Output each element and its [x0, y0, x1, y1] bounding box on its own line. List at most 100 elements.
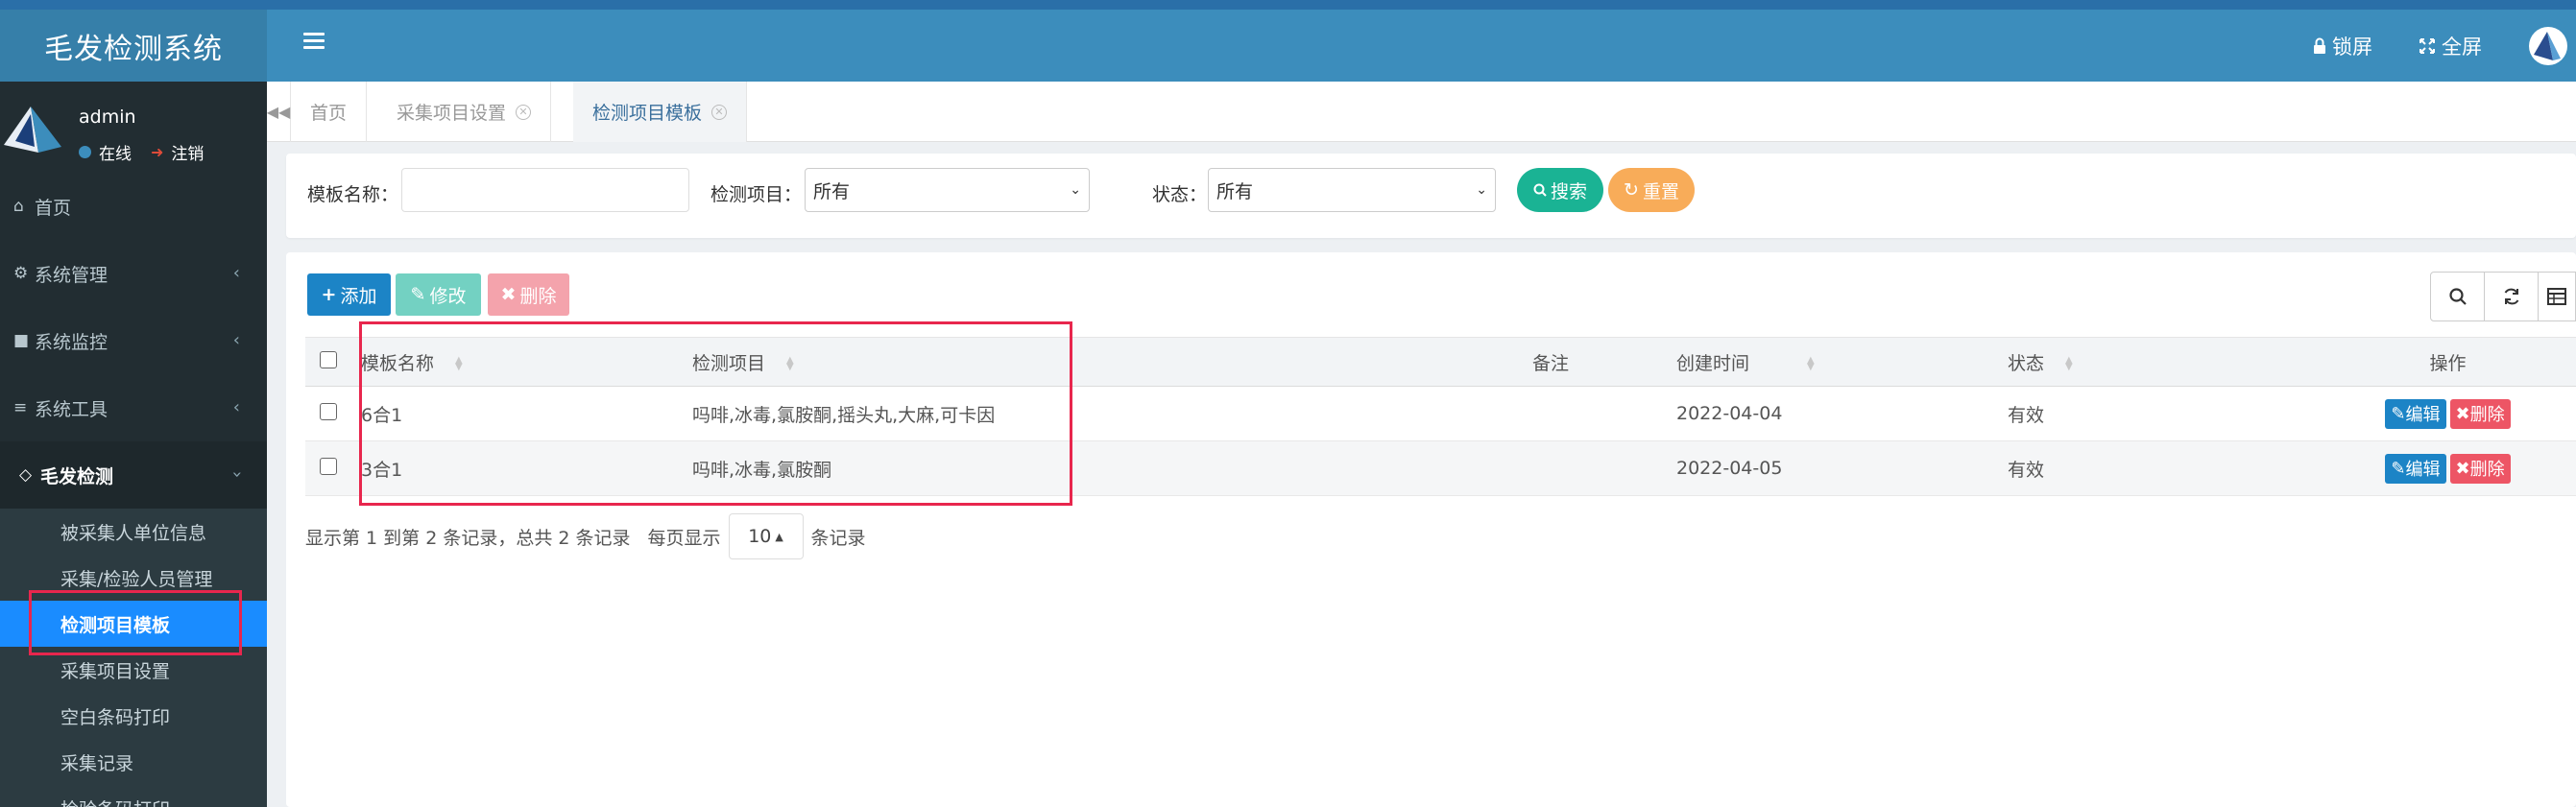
sidebar-item-system-management[interactable]: ⚙ 系统管理 ‹	[0, 240, 267, 307]
col-status[interactable]: 状态 ▲ ▼	[1998, 337, 2315, 387]
app-title: 毛发检测系统	[0, 10, 267, 82]
row-delete-button[interactable]: ✖ 删除	[2449, 453, 2511, 484]
row-delete-label: 删除	[2469, 460, 2505, 480]
add-button[interactable]: + 添加	[307, 273, 391, 316]
row-edit-label: 编辑	[2405, 405, 2441, 425]
tab-test-template[interactable]: 检测项目模板 ✕	[573, 82, 748, 142]
close-icon[interactable]: ✕	[711, 104, 728, 120]
sort-icon: ▲ ▼	[455, 355, 463, 372]
sidebar-item-system-monitor[interactable]: ■ 系统监控 ‹	[0, 307, 267, 374]
row-checkbox[interactable]	[320, 402, 337, 420]
cell-remark	[1523, 440, 1667, 496]
sidebar-item-home[interactable]: ⌂ 首页	[0, 173, 267, 240]
edit-icon: ✎	[410, 284, 426, 305]
times-icon: ✖	[500, 284, 517, 305]
row-edit-button[interactable]: ✎ 编辑	[2385, 398, 2446, 429]
cell-test-items: 吗啡,冰毒,氯胺酮	[683, 440, 1523, 496]
sidebar-subitem-collection-records[interactable]: 采集记录	[0, 739, 267, 785]
menu-toggle-icon[interactable]	[303, 33, 325, 50]
col-actions: 操作	[2315, 337, 2576, 387]
sidebar-subitem-test-barcode-print[interactable]: 检验条码打印	[0, 785, 267, 807]
row-checkbox-cell	[305, 386, 351, 441]
top-navbar	[0, 10, 2576, 82]
status-select[interactable]: 所有 ⌄	[1208, 168, 1496, 212]
sidebar-subitem-collection-settings[interactable]: 采集项目设置	[0, 647, 267, 693]
cell-template-name: 6合1	[351, 386, 683, 441]
add-button-label: 添加	[340, 285, 377, 307]
refresh-button[interactable]	[2484, 272, 2539, 321]
tabs-bar: ◀◀ 首页 采集项目设置 ✕ 检测项目模板 ✕	[267, 82, 2576, 142]
sidebar-item-hair-detection[interactable]: ◇ 毛发检测 ‹	[0, 441, 267, 509]
chevron-left-icon: ‹	[232, 263, 240, 283]
edit-button-label: 修改	[429, 285, 467, 307]
template-name-input[interactable]	[401, 168, 689, 212]
row-edit-button[interactable]: ✎ 编辑	[2385, 453, 2446, 484]
search-button[interactable]: 搜索	[1517, 168, 1603, 212]
search-toggle-button[interactable]	[2430, 272, 2485, 321]
template-name-label: 模板名称：	[307, 184, 399, 205]
refresh-icon: ↻	[1624, 179, 1639, 201]
tab-home[interactable]: 首页	[291, 82, 368, 142]
table-row[interactable]: 6合1 吗啡,冰毒,氯胺酮,摇头丸,大麻,可卡因 2022-04-04 有效 ✎…	[305, 386, 2576, 441]
columns-button[interactable]	[2538, 272, 2576, 321]
col-remark: 备注	[1523, 337, 1667, 387]
select-all-checkbox[interactable]	[320, 350, 337, 368]
user-avatar-icon[interactable]	[2528, 26, 2568, 66]
refresh-icon	[2504, 288, 2518, 305]
search-button-label: 搜索	[1550, 180, 1587, 202]
top-right-actions: 锁屏 全屏	[2313, 10, 2576, 82]
table-icon	[2547, 288, 2566, 305]
page-size-dropdown[interactable]: 10 ▲	[728, 513, 804, 559]
online-label: 在线	[99, 145, 132, 164]
per-page-prefix: 每页显示	[647, 527, 721, 549]
sidebar-item-label: 系统管理	[35, 264, 108, 286]
close-icon[interactable]: ✕	[516, 104, 532, 120]
sidebar-item-label: 系统工具	[35, 398, 108, 420]
tab-label: 首页	[310, 103, 348, 124]
col-created-time[interactable]: 创建时间 ▲ ▼	[1667, 337, 1998, 387]
chevron-left-icon: ‹	[232, 330, 240, 350]
template-table: 模板名称 ▲ ▼ 检测项目 ▲ ▼ 备注 创建时间 ▲ ▼ 状态 ▲ ▼ 操作 6合1 吗啡,冰…	[305, 337, 2576, 496]
table-row[interactable]: 3合1 吗啡,冰毒,氯胺酮 2022-04-05 有效 ✎ 编辑 ✖ 删除	[305, 440, 2576, 496]
test-item-select[interactable]: 所有 ⌄	[805, 168, 1090, 212]
col-template-name[interactable]: 模板名称 ▲ ▼	[351, 337, 683, 387]
pagination-info: 显示第 1 到第 2 条记录，总共 2 条记录 每页显示 10 ▲ 条记录	[305, 513, 866, 559]
table-panel: + 添加 ✎ 修改 ✖ 删除 模板名称 ▲ ▼ 检测项目 ▲ ▼ 备注 创建时间 ▲ ▼ 状…	[286, 252, 2576, 807]
logout-link[interactable]: 注销	[171, 140, 204, 164]
sidebar: admin 在线 ➜ 注销 ⌂ 首页 ⚙ 系统管理 ‹ ■ 系统监控 ‹ ≡ 系…	[0, 82, 267, 807]
search-panel: 模板名称： 检测项目： 所有 ⌄ 状态： 所有 ⌄ 搜索 ↻ 重置	[286, 154, 2576, 238]
sidebar-subitem-blank-barcode-print[interactable]: 空白条码打印	[0, 693, 267, 739]
chevron-down-icon: ‹	[226, 470, 247, 479]
table-header-row: 模板名称 ▲ ▼ 检测项目 ▲ ▼ 备注 创建时间 ▲ ▼ 状态 ▲ ▼ 操作	[305, 337, 2576, 387]
cell-status: 有效	[1998, 386, 2315, 441]
tab-collection-settings[interactable]: 采集项目设置 ✕	[377, 82, 552, 142]
gear-icon: ⚙	[13, 264, 29, 283]
sort-icon: ▲ ▼	[1807, 355, 1815, 372]
sort-icon: ▲ ▼	[786, 355, 794, 372]
row-checkbox-cell	[305, 440, 351, 496]
sidebar-subitem-test-template[interactable]: 检测项目模板	[0, 601, 267, 647]
user-name: admin	[79, 107, 136, 128]
lock-screen-button[interactable]: 锁屏	[2313, 32, 2372, 60]
delete-button[interactable]: ✖ 删除	[488, 273, 569, 316]
row-delete-button[interactable]: ✖ 删除	[2449, 398, 2511, 429]
column-header-label: 检测项目	[692, 352, 766, 374]
reset-button[interactable]: ↻ 重置	[1608, 168, 1695, 212]
logout-icon[interactable]: ➜	[151, 143, 163, 161]
fullscreen-button[interactable]: 全屏	[2419, 32, 2482, 60]
tab-scroll-left-icon[interactable]: ◀◀	[267, 82, 291, 142]
hair-detection-submenu: 被采集人单位信息 采集/检验人员管理 检测项目模板 采集项目设置 空白条码打印 …	[0, 509, 267, 807]
edit-button[interactable]: ✎ 修改	[396, 273, 481, 316]
sidebar-subitem-staff-management[interactable]: 采集/检验人员管理	[0, 555, 267, 601]
column-header-label: 创建时间	[1676, 352, 1750, 374]
col-test-items[interactable]: 检测项目 ▲ ▼	[683, 337, 1523, 387]
cell-template-name: 3合1	[351, 440, 683, 496]
sidebar-subitem-unit-info[interactable]: 被采集人单位信息	[0, 509, 267, 555]
sidebar-item-system-tools[interactable]: ≡ 系统工具 ‹	[0, 374, 267, 441]
diamond-icon: ◇	[19, 465, 33, 485]
bars-icon: ≡	[13, 398, 28, 417]
select-all-cell	[305, 337, 351, 387]
edit-icon: ✎	[2391, 403, 2406, 424]
row-checkbox[interactable]	[320, 457, 337, 475]
column-header-label: 备注	[1532, 352, 1570, 374]
